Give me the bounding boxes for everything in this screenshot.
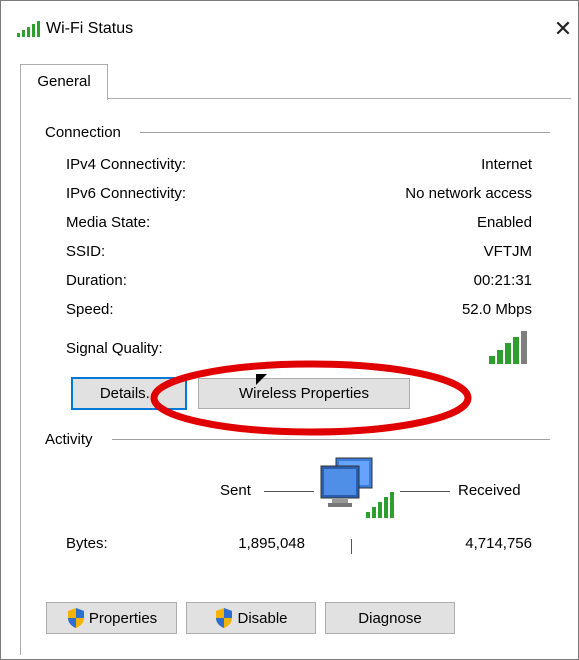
mouse-pointer-icon: [256, 374, 267, 385]
activity-group-divider: [112, 439, 550, 440]
close-icon: ✕: [553, 16, 573, 41]
ssid-value: VFTJM: [483, 243, 532, 260]
details-button-label: Details...: [99, 385, 159, 402]
disable-button[interactable]: Disable: [186, 602, 316, 634]
bytes-sent-value: 1,895,048: [238, 535, 305, 552]
bytes-received-value: 4,714,756: [465, 535, 532, 552]
ipv4-connectivity-value: Internet: [481, 156, 532, 173]
ipv4-connectivity-label: IPv4 Connectivity:: [66, 156, 187, 173]
disable-button-label: Disable: [237, 609, 288, 627]
activity-divider-tick: [351, 539, 352, 554]
received-line: [400, 491, 450, 492]
activity-group-label: Activity: [45, 431, 97, 448]
wireless-properties-button[interactable]: Wireless Properties: [198, 378, 410, 409]
tab-general-label: General: [37, 73, 91, 90]
sent-line: [264, 491, 314, 492]
speed-label: Speed:: [66, 301, 114, 318]
speed-value: 52.0 Mbps: [461, 301, 532, 318]
ipv6-connectivity-value: No network access: [405, 185, 532, 202]
ssid-label: SSID:: [66, 243, 106, 260]
close-button[interactable]: ✕: [548, 14, 578, 44]
uac-shield-icon: [67, 608, 84, 628]
wireless-properties-button-label: Wireless Properties: [238, 385, 370, 402]
title-bar[interactable]: Wi-Fi Status ✕: [0, 0, 579, 62]
received-label: Received: [458, 482, 521, 499]
diagnose-button-label: Diagnose: [358, 609, 422, 627]
tab-general[interactable]: General: [20, 64, 108, 100]
details-button[interactable]: Details...: [71, 377, 187, 410]
window-title: Wi-Fi Status: [46, 20, 134, 37]
diagnose-button[interactable]: Diagnose: [325, 602, 455, 634]
properties-button[interactable]: Properties: [46, 602, 177, 634]
connection-group-divider: [140, 132, 550, 133]
media-state-label: Media State:: [66, 214, 151, 231]
uac-shield-icon: [216, 608, 233, 628]
signal-quality-bars-icon: [489, 331, 527, 364]
duration-value: 00:21:31: [473, 272, 532, 289]
properties-button-label: Properties: [88, 609, 158, 627]
ipv6-connectivity-label: IPv6 Connectivity:: [66, 185, 187, 202]
bytes-label: Bytes:: [66, 535, 108, 552]
signal-quality-label: Signal Quality:: [66, 340, 163, 357]
sent-label: Sent: [220, 482, 251, 499]
duration-label: Duration:: [66, 272, 127, 289]
connection-group-label: Connection: [45, 124, 125, 141]
network-computers-icon: [320, 457, 394, 518]
wifi-signal-bars-icon: [17, 21, 40, 37]
media-state-value: Enabled: [476, 214, 532, 231]
